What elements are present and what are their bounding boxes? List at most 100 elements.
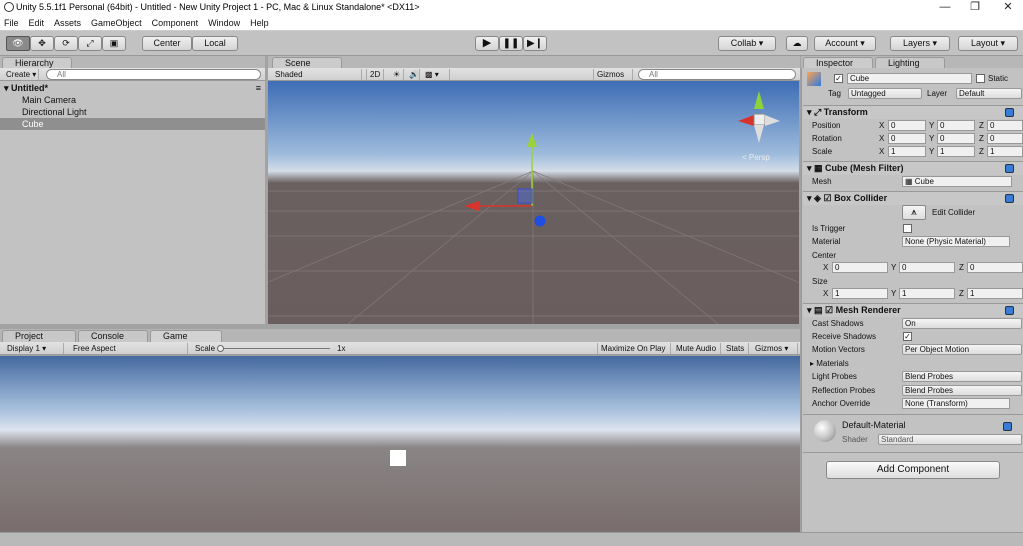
hierarchy-item-directional-light[interactable]: Directional Light xyxy=(0,106,265,118)
box-collider-header[interactable]: ▾ ◈ ☑ Box Collider xyxy=(803,191,1023,205)
tab-console[interactable]: Console xyxy=(78,330,148,342)
scene-search-input[interactable]: All xyxy=(638,69,796,80)
rotate-tool-icon[interactable]: ⟳ xyxy=(54,36,78,51)
physic-material-field[interactable]: None (Physic Material) xyxy=(902,236,1010,247)
view-gizmo-icon[interactable] xyxy=(738,91,780,143)
y-arrow-icon[interactable] xyxy=(527,133,537,147)
account-dropdown[interactable]: Account ▾ xyxy=(814,36,876,51)
edit-collider-button[interactable]: ⩚ xyxy=(902,205,926,220)
help-icon[interactable] xyxy=(1005,164,1014,173)
audio-toggle-icon[interactable]: 🔊 xyxy=(406,69,420,80)
aspect-dropdown[interactable]: Free Aspect xyxy=(70,343,188,354)
step-icon[interactable]: ▶❙ xyxy=(523,36,547,51)
position-y-field[interactable]: 0 xyxy=(937,120,975,131)
help-icon[interactable] xyxy=(1005,306,1014,315)
size-x-field[interactable]: 1 xyxy=(832,288,888,299)
size-y-field[interactable]: 1 xyxy=(899,288,955,299)
persp-label[interactable]: < Persp xyxy=(742,153,770,162)
scene-gizmos-dropdown[interactable]: Gizmos xyxy=(593,69,633,80)
tab-project[interactable]: Project xyxy=(2,330,76,342)
menu-gameobject[interactable]: GameObject xyxy=(91,16,142,31)
rotation-x-field[interactable]: 0 xyxy=(888,133,926,144)
active-checkbox[interactable]: ✓ xyxy=(834,74,843,83)
light-probes-dropdown[interactable]: Blend Probes xyxy=(902,371,1022,382)
collab-button[interactable]: Collab ▾ xyxy=(718,36,776,51)
scale-y-field[interactable]: 1 xyxy=(937,146,975,157)
mesh-renderer-header[interactable]: ▾ ▤ ☑ Mesh Renderer xyxy=(803,303,1023,317)
renderer-enabled-checkbox[interactable]: ☑ xyxy=(825,305,833,315)
mesh-filter-header[interactable]: ▾ ▦ Cube (Mesh Filter) xyxy=(803,161,1023,175)
scale-slider-thumb[interactable] xyxy=(217,345,224,352)
minimize-icon[interactable]: — xyxy=(930,0,960,16)
stats-toggle[interactable]: Stats xyxy=(723,343,749,354)
scale-tool-icon[interactable]: ⤢ xyxy=(78,36,102,51)
display-dropdown[interactable]: Display 1 ▾ xyxy=(4,343,64,354)
object-name-input[interactable]: Cube xyxy=(847,73,972,84)
center-x-field[interactable]: 0 xyxy=(832,262,888,273)
center-y-field[interactable]: 0 xyxy=(899,262,955,273)
menu-window[interactable]: Window xyxy=(208,16,240,31)
is-trigger-checkbox[interactable] xyxy=(903,224,912,233)
anchor-override-field[interactable]: None (Transform) xyxy=(902,398,1010,409)
pivot-center-button[interactable]: Center xyxy=(142,36,192,51)
rect-tool-icon[interactable]: ▣ xyxy=(102,36,126,51)
hierarchy-item-main-camera[interactable]: Main Camera xyxy=(0,94,265,106)
game-view[interactable] xyxy=(0,356,800,532)
static-checkbox[interactable] xyxy=(976,74,985,83)
size-z-field[interactable]: 1 xyxy=(967,288,1023,299)
position-z-field[interactable]: 0 xyxy=(987,120,1023,131)
help-icon[interactable] xyxy=(1005,108,1014,117)
receive-shadows-checkbox[interactable]: ✓ xyxy=(903,332,912,341)
hierarchy-search-input[interactable]: All xyxy=(46,69,261,80)
menu-file[interactable]: File xyxy=(4,16,19,31)
center-z-field[interactable]: 0 xyxy=(967,262,1023,273)
scene-root-row[interactable]: ▾ Untitled* ≡ xyxy=(0,82,265,94)
position-x-field[interactable]: 0 xyxy=(888,120,926,131)
scene-menu-icon[interactable]: ≡ xyxy=(256,82,261,94)
scale-slider-track[interactable] xyxy=(220,348,330,349)
z-axis-handle-icon[interactable] xyxy=(534,215,546,227)
scale-x-field[interactable]: 1 xyxy=(888,146,926,157)
play-icon[interactable]: ▶ xyxy=(475,36,499,51)
menu-assets[interactable]: Assets xyxy=(54,16,81,31)
pause-icon[interactable]: ❚❚ xyxy=(499,36,523,51)
rotation-y-field[interactable]: 0 xyxy=(937,133,975,144)
shader-dropdown[interactable]: Standard xyxy=(878,434,1022,445)
motion-vectors-dropdown[interactable]: Per Object Motion xyxy=(902,344,1022,355)
menu-help[interactable]: Help xyxy=(250,16,269,31)
collider-enabled-checkbox[interactable]: ☑ xyxy=(823,193,831,203)
x-arrow-icon[interactable] xyxy=(464,201,479,211)
menu-edit[interactable]: Edit xyxy=(29,16,45,31)
game-gizmos-dropdown[interactable]: Gizmos ▾ xyxy=(752,343,798,354)
help-icon[interactable] xyxy=(1003,422,1012,431)
lighting-toggle-icon[interactable]: ☀ xyxy=(390,69,404,80)
tag-dropdown[interactable]: Untagged xyxy=(848,88,922,99)
add-component-button[interactable]: Add Component xyxy=(826,461,1000,479)
hierarchy-item-cube[interactable]: Cube xyxy=(0,118,265,130)
maximize-on-play-toggle[interactable]: Maximize On Play xyxy=(597,343,671,354)
cast-shadows-dropdown[interactable]: On xyxy=(902,318,1022,329)
shading-mode-dropdown[interactable]: Shaded xyxy=(272,69,362,80)
scene-view[interactable]: < Persp xyxy=(268,81,799,324)
transform-header[interactable]: ▾ ⤢ Transform xyxy=(803,105,1023,119)
layers-dropdown[interactable]: Layers ▾ xyxy=(890,36,950,51)
effects-toggle-icon[interactable]: ▩ ▾ xyxy=(422,69,450,80)
scale-z-field[interactable]: 1 xyxy=(987,146,1023,157)
2d-toggle[interactable]: 2D xyxy=(366,69,384,80)
mute-audio-toggle[interactable]: Mute Audio xyxy=(673,343,721,354)
move-tool-icon[interactable]: ✥ xyxy=(30,36,54,51)
pivot-local-button[interactable]: Local xyxy=(192,36,238,51)
layout-dropdown[interactable]: Layout ▾ xyxy=(958,36,1018,51)
close-icon[interactable]: ✕ xyxy=(993,0,1023,16)
hand-tool-icon[interactable]: 👁 xyxy=(6,36,30,51)
create-dropdown[interactable]: Create ▾ xyxy=(3,69,39,80)
cloud-icon[interactable]: ☁ xyxy=(786,36,808,51)
materials-foldout[interactable]: ▸ Materials xyxy=(810,357,849,370)
restore-icon[interactable]: ❐ xyxy=(960,0,990,16)
mesh-field[interactable]: ▦ Cube xyxy=(902,176,1012,187)
layer-dropdown[interactable]: Default xyxy=(956,88,1022,99)
tab-game[interactable]: Game xyxy=(150,330,222,342)
help-icon[interactable] xyxy=(1005,194,1014,203)
cube-object[interactable] xyxy=(517,188,533,204)
rotation-z-field[interactable]: 0 xyxy=(987,133,1023,144)
